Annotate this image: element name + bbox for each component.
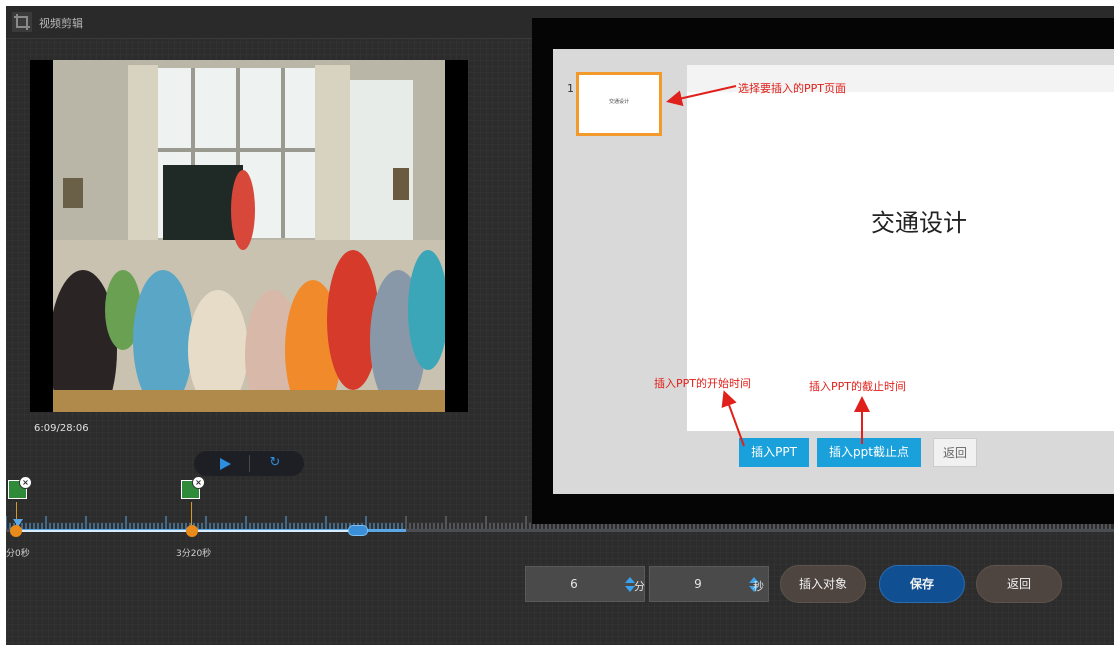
ppt-slide-preview: 交通设计 (687, 65, 1114, 431)
timeline-marker-start[interactable]: × (8, 476, 32, 502)
thumbnail-title: 交通设计 (608, 99, 629, 105)
close-icon[interactable]: × (19, 476, 32, 489)
thumbnail-page-number: 1 (567, 82, 574, 95)
slide-title: 交通设计 (871, 209, 967, 237)
divider (249, 455, 250, 472)
insert-object-button[interactable]: 插入对象 (780, 565, 866, 603)
marker-time-label: 分0秒 (6, 549, 30, 559)
minutes-stepper[interactable]: 6 (525, 566, 645, 602)
insert-ppt-cutoff-button[interactable]: 插入ppt截止点 (817, 438, 921, 467)
playhead-handle[interactable] (348, 525, 368, 536)
marker-dot-start[interactable] (10, 525, 22, 537)
annotation-end-time: 插入PPT的截止时间 (809, 380, 906, 393)
minutes-unit-label: 分 (634, 580, 645, 593)
marker-dot-second[interactable] (186, 525, 198, 537)
ppt-insert-dialog: 1 交通设计 交通设计 插入PPT 插入ppt截止点 返回 (553, 49, 1114, 494)
play-icon[interactable] (218, 457, 232, 471)
marker-time-label: 3分20秒 (176, 549, 212, 559)
video-player[interactable] (30, 60, 468, 412)
crop-icon (12, 12, 32, 32)
back-button[interactable]: 返回 (976, 565, 1062, 603)
save-button[interactable]: 保存 (879, 565, 965, 603)
timeline-marker-second[interactable]: × (181, 476, 205, 502)
minutes-value: 6 (570, 577, 578, 591)
insert-ppt-button[interactable]: 插入PPT (739, 438, 809, 467)
dialog-back-button[interactable]: 返回 (933, 438, 977, 467)
seconds-value: 9 (694, 577, 702, 591)
close-icon[interactable]: × (192, 476, 205, 489)
video-frame (53, 60, 445, 412)
video-timecode: 6:09/28:06 (34, 423, 89, 434)
timeline-played (16, 530, 354, 532)
annotation-select-page: 选择要插入的PPT页面 (738, 82, 846, 95)
refresh-icon[interactable]: ↻ (267, 455, 283, 471)
window-title: 视频剪辑 (39, 17, 83, 30)
seconds-stepper[interactable]: 9 (649, 566, 769, 602)
annotation-start-time: 插入PPT的开始时间 (654, 377, 751, 390)
ppt-thumbnail-selected[interactable]: 交通设计 (576, 72, 662, 136)
video-editor-window: 视频剪辑 6:09/28:06 ↻ × × 分0秒 3分20秒 6 分 9 秒 … (6, 6, 1114, 645)
playback-controls: ↻ (194, 451, 304, 476)
seconds-unit-label: 秒 (753, 580, 764, 593)
